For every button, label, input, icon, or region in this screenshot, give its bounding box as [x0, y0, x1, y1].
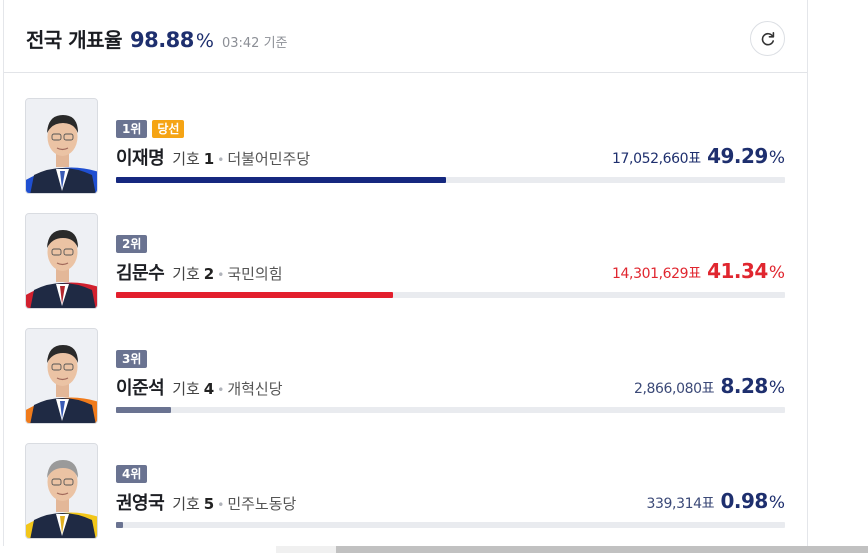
- giho-label: 기호: [172, 150, 200, 168]
- counting-rate: 98.88: [129, 28, 194, 52]
- candidate-row: 1위 당선이재명 기호 1 • 더불어민주당 17,052,660 표 49.29%: [4, 97, 807, 197]
- vote-share: 8.28: [720, 374, 768, 398]
- candidate-name-line: 이준석 기호 4 • 개혁신당: [116, 374, 283, 400]
- vote-share: 49.29: [707, 144, 768, 168]
- vote-share-bar-fill: [116, 292, 393, 298]
- refresh-icon: [761, 31, 774, 45]
- elected-badge: 당선: [152, 120, 185, 138]
- vote-share: 41.34: [707, 259, 768, 283]
- vote-unit: 표: [688, 151, 702, 167]
- candidate-info: 3위이준석 기호 4 • 개혁신당 2,866,080 표 8.28%: [116, 350, 785, 430]
- counting-rate-unit: %: [195, 30, 214, 52]
- party-name: 민주노동당: [227, 495, 297, 513]
- candidate-photo: [25, 213, 98, 309]
- candidate-name-line: 권영국 기호 5 • 민주노동당: [116, 489, 296, 515]
- candidate-name: 이준석: [116, 378, 165, 399]
- vote-result: 17,052,660 표 49.29%: [612, 144, 785, 168]
- card-header: 전국 개표율 98.88 % 03:42 기준: [4, 0, 807, 73]
- candidate-name: 권영국: [116, 493, 165, 514]
- party-name: 개혁신당: [227, 380, 283, 398]
- candidate-name: 김문수: [116, 263, 165, 284]
- candidate-name-line: 김문수 기호 2 • 국민의힘: [116, 259, 283, 285]
- candidate-info: 4위권영국 기호 5 • 민주노동당 339,314 표 0.98%: [116, 465, 785, 545]
- giho-label: 기호: [172, 495, 200, 513]
- separator-dot: •: [217, 498, 225, 512]
- party-name: 더불어민주당: [227, 150, 311, 168]
- page-title: 전국 개표율: [26, 28, 122, 52]
- candidate-photo: [25, 98, 98, 194]
- vote-share-unit: %: [768, 378, 785, 398]
- vote-share-bar-fill: [116, 177, 446, 183]
- vote-count-card: 전국 개표율 98.88 % 03:42 기준 1위 당선 이재명 기호 1 • 더불어민주…: [3, 0, 808, 546]
- candidate-row: 3위이준석 기호 4 • 개혁신당 2,866,080 표 8.28%: [4, 327, 807, 427]
- vote-share-unit: %: [768, 493, 785, 513]
- rank-badge: 4위: [116, 465, 148, 483]
- candidate-row: 2위김문수 기호 2 • 국민의힘 14,301,629 표 41.34%: [4, 212, 807, 312]
- badge-group: 2위: [116, 235, 148, 253]
- candidate-photo: [25, 328, 98, 424]
- candidate-row: 4위권영국 기호 5 • 민주노동당 339,314 표 0.98%: [4, 442, 807, 542]
- vote-unit: 표: [701, 496, 715, 512]
- rank-badge: 3위: [116, 350, 148, 368]
- ballot-number: 1: [203, 150, 215, 168]
- vote-count: 14,301,629: [612, 266, 689, 282]
- candidate-name-line: 이재명 기호 1 • 더불어민주당: [116, 144, 310, 170]
- ballot-number: 2: [203, 265, 215, 283]
- vote-share-bar-fill: [116, 522, 123, 528]
- giho-label: 기호: [172, 380, 200, 398]
- candidate-photo: [25, 443, 98, 539]
- vote-result: 2,866,080 표 8.28%: [634, 374, 785, 398]
- counting-rate-summary: 전국 개표율 98.88 % 03:42 기준: [26, 24, 288, 53]
- separator-dot: •: [217, 153, 225, 167]
- candidate-name: 이재명: [116, 148, 165, 169]
- badge-group: 3위: [116, 350, 148, 368]
- candidate-info: 1위 당선이재명 기호 1 • 더불어민주당 17,052,660 표 49.29%: [116, 120, 785, 200]
- vote-share-bar: [116, 292, 785, 298]
- party-name: 국민의힘: [227, 265, 283, 283]
- vote-share-unit: %: [768, 263, 785, 283]
- rank-badge: 1위: [116, 120, 148, 138]
- vote-share: 0.98: [720, 489, 768, 513]
- candidate-info: 2위김문수 기호 2 • 국민의힘 14,301,629 표 41.34%: [116, 235, 785, 315]
- vote-share-unit: %: [768, 148, 785, 168]
- vote-share-bar: [116, 407, 785, 413]
- rank-badge: 2위: [116, 235, 148, 253]
- vote-share-bar-fill: [116, 407, 171, 413]
- badge-group: 4위: [116, 465, 148, 483]
- ballot-number: 5: [203, 495, 215, 513]
- vote-result: 14,301,629 표 41.34%: [612, 259, 785, 283]
- vote-unit: 표: [688, 266, 702, 282]
- vote-result: 339,314 표 0.98%: [647, 489, 786, 513]
- vote-share-bar: [116, 177, 785, 183]
- refresh-button[interactable]: [750, 21, 785, 56]
- vote-share-bar: [116, 522, 785, 528]
- update-time: 03:42 기준: [221, 36, 288, 51]
- ballot-number: 4: [203, 380, 215, 398]
- scrollbar-thumb[interactable]: [336, 546, 868, 553]
- vote-count: 2,866,080: [633, 381, 702, 397]
- separator-dot: •: [217, 268, 225, 282]
- vote-count: 339,314: [646, 496, 702, 512]
- vote-unit: 표: [701, 381, 715, 397]
- badge-group: 1위 당선: [116, 120, 185, 138]
- horizontal-scrollbar[interactable]: [276, 546, 868, 553]
- vote-count: 17,052,660: [612, 151, 689, 167]
- separator-dot: •: [217, 383, 225, 397]
- giho-label: 기호: [172, 265, 200, 283]
